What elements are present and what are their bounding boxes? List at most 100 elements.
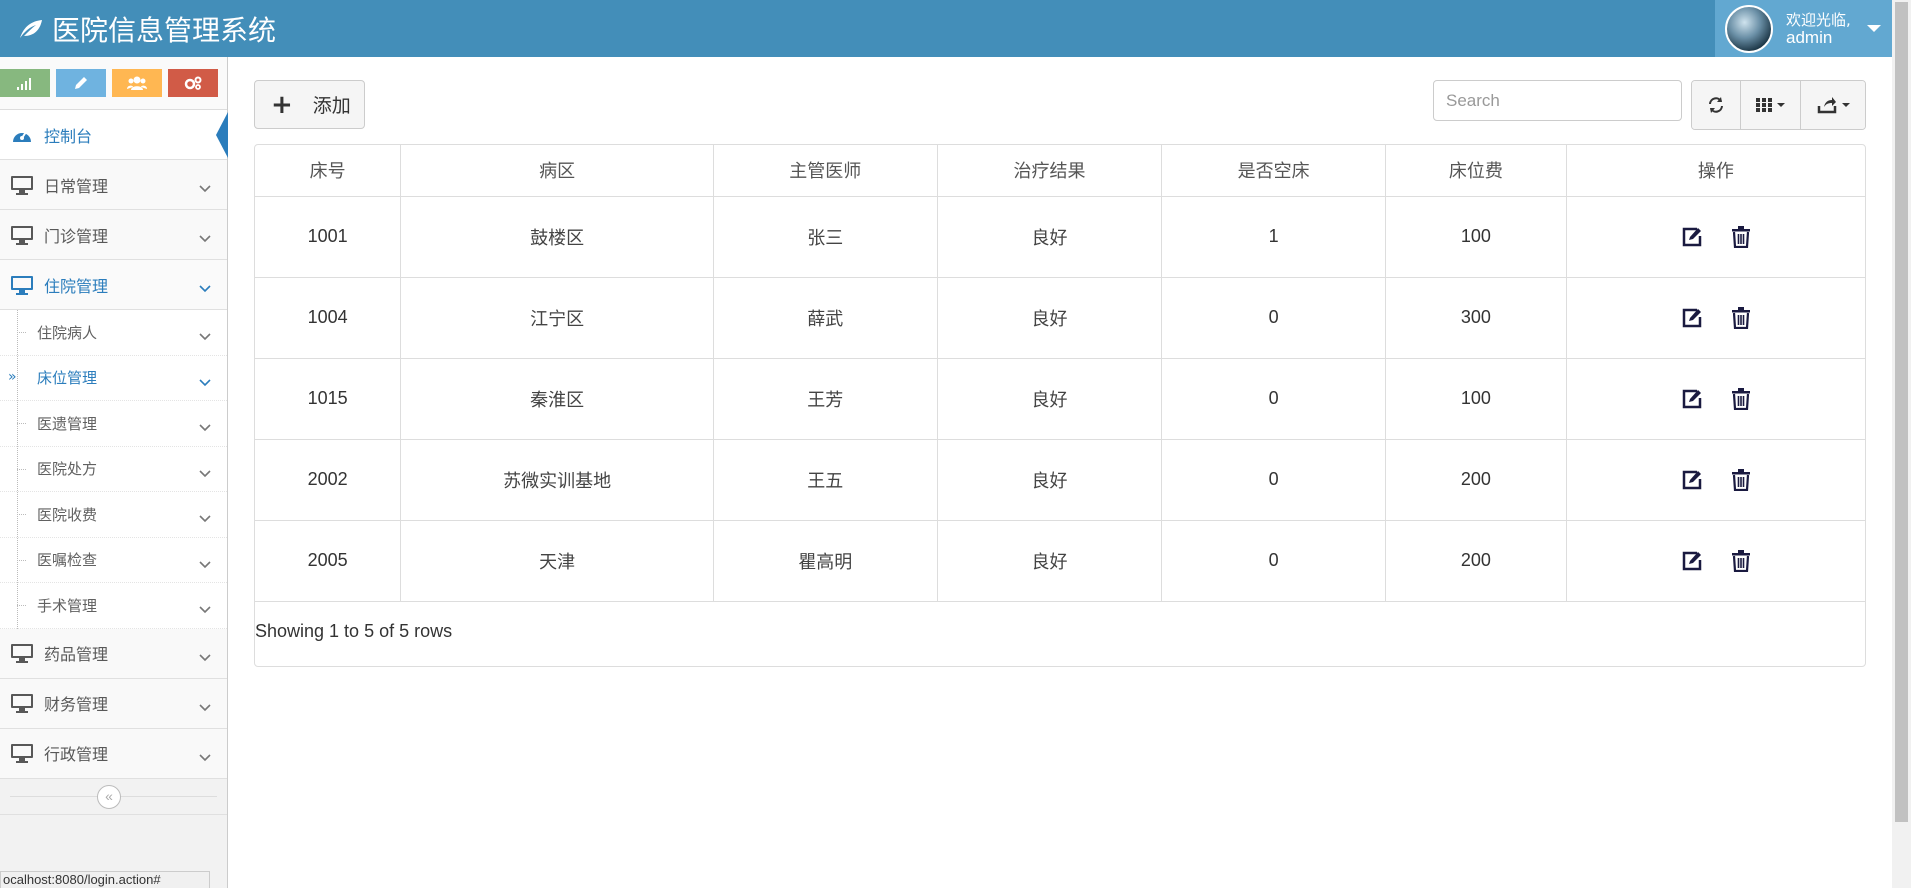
empty-bed-cell: 0 xyxy=(1161,358,1387,440)
bed-fee-cell: 200 xyxy=(1385,439,1567,521)
welcome-text: 欢迎光临, xyxy=(1786,10,1851,29)
trash-icon[interactable] xyxy=(1731,306,1751,329)
sidebar-subitem-beds[interactable]: » 床位管理 xyxy=(0,356,227,401)
ward-cell: 鼓楼区 xyxy=(400,196,714,278)
empty-bed-cell: 0 xyxy=(1161,520,1387,602)
chevron-down-icon xyxy=(199,278,211,297)
column-header[interactable]: 操作 xyxy=(1566,145,1865,197)
ward-cell: 天津 xyxy=(400,520,714,602)
avatar xyxy=(1725,4,1773,53)
column-header[interactable]: 病区 xyxy=(400,145,714,197)
active-pointer xyxy=(216,112,228,158)
column-header[interactable]: 床位费 xyxy=(1385,145,1567,197)
export-button[interactable] xyxy=(1801,81,1865,129)
shortcut-stats-button[interactable] xyxy=(0,69,50,97)
ward-cell: 苏微实训基地 xyxy=(400,439,714,521)
bed-number-cell: 1001 xyxy=(255,196,402,278)
sidebar-subitem-orders[interactable]: 医嘱检查 xyxy=(0,538,227,583)
bed-number-cell: 2005 xyxy=(255,520,402,602)
edit-icon[interactable] xyxy=(1681,307,1703,329)
table-row: 2005 天津 瞿高明 良好 0 200 xyxy=(255,520,1865,602)
add-button[interactable]: + 添加 xyxy=(254,80,365,129)
grid-icon xyxy=(1756,98,1772,112)
table-row: 1015 秦淮区 王芳 良好 0 100 xyxy=(255,358,1865,440)
sidebar-subitem-inpatients[interactable]: 住院病人 xyxy=(0,310,227,356)
shortcut-settings-button[interactable] xyxy=(168,69,218,97)
sidebar-item-label: 医遗管理 xyxy=(37,414,98,433)
ward-cell: 江宁区 xyxy=(400,277,714,359)
shortcut-edit-button[interactable] xyxy=(56,69,106,97)
sidebar-item-label: 住院病人 xyxy=(37,323,98,342)
pagination-info: Showing 1 to 5 of 5 rows xyxy=(255,621,453,641)
columns-toggle-button[interactable] xyxy=(1741,81,1801,129)
result-cell: 良好 xyxy=(937,520,1163,602)
sidebar-item-drugs[interactable]: 药品管理 xyxy=(0,628,227,679)
doctor-cell: 王五 xyxy=(713,439,938,521)
pencil-icon xyxy=(75,77,87,89)
double-angle-left-icon[interactable]: « xyxy=(97,784,121,809)
export-icon xyxy=(1817,97,1836,114)
sidebar-item-label: 医院处方 xyxy=(37,460,98,479)
chevron-down-icon xyxy=(199,178,211,197)
sidebar-item-finance[interactable]: 财务管理 xyxy=(0,678,227,729)
user-menu[interactable]: 欢迎光临, admin xyxy=(1715,0,1892,57)
sidebar-item-daily[interactable]: 日常管理 xyxy=(0,160,227,210)
main-content: + 添加 床号 病区 主管医师 治疗结果 xyxy=(229,57,1892,888)
sidebar-subitem-charges[interactable]: 医院收费 xyxy=(0,492,227,538)
chevron-down-icon xyxy=(199,509,211,527)
trash-icon[interactable] xyxy=(1731,468,1751,491)
caret-down-icon xyxy=(1841,103,1850,107)
shortcut-users-button[interactable] xyxy=(112,69,162,97)
chevron-down-icon xyxy=(199,600,211,618)
ward-cell: 秦淮区 xyxy=(400,358,714,440)
desktop-icon xyxy=(0,743,44,763)
status-url: ocalhost:8080/login.action# xyxy=(0,871,210,888)
column-header[interactable]: 床号 xyxy=(255,145,402,197)
chevron-down-icon xyxy=(199,327,211,345)
scrollbar-thumb[interactable] xyxy=(1895,2,1908,822)
chevron-down-icon xyxy=(199,747,211,766)
result-cell: 良好 xyxy=(937,277,1163,359)
result-cell: 良好 xyxy=(937,196,1163,278)
sidebar-item-admin[interactable]: 行政管理 xyxy=(0,728,227,779)
sidebar-item-label: 床位管理 xyxy=(37,369,98,388)
search-input[interactable] xyxy=(1433,80,1682,121)
column-header[interactable]: 主管医师 xyxy=(713,145,938,197)
result-cell: 良好 xyxy=(937,439,1163,521)
trash-icon[interactable] xyxy=(1731,225,1751,248)
page-scrollbar[interactable] xyxy=(1892,0,1911,888)
column-header[interactable]: 治疗结果 xyxy=(937,145,1163,197)
sidebar-item-label: 住院管理 xyxy=(44,276,109,296)
desktop-icon xyxy=(0,225,44,245)
caret-down-icon xyxy=(1866,25,1881,32)
sidebar-item-label: 控制台 xyxy=(44,126,93,146)
sidebar-item-label: 行政管理 xyxy=(44,745,109,764)
bed-fee-cell: 300 xyxy=(1385,277,1567,359)
chevron-down-icon xyxy=(199,697,211,716)
add-button-label: 添加 xyxy=(312,95,351,117)
app-brand[interactable]: 医院信息管理系统 xyxy=(18,0,276,57)
refresh-button[interactable] xyxy=(1692,81,1741,129)
sidebar-item-label: 医院收费 xyxy=(37,505,98,524)
trash-icon[interactable] xyxy=(1731,387,1751,410)
bed-fee-cell: 100 xyxy=(1385,358,1567,440)
edit-icon[interactable] xyxy=(1681,469,1703,491)
edit-icon[interactable] xyxy=(1681,388,1703,410)
edit-icon[interactable] xyxy=(1681,226,1703,248)
trash-icon[interactable] xyxy=(1731,549,1751,572)
doctor-cell: 张三 xyxy=(713,196,938,278)
sidebar-subitem-surgery[interactable]: 手术管理 xyxy=(0,583,227,629)
sidebar-item-outpatient[interactable]: 门诊管理 xyxy=(0,210,227,260)
column-header[interactable]: 是否空床 xyxy=(1161,145,1387,197)
top-navbar: 医院信息管理系统 欢迎光临, admin xyxy=(0,0,1892,57)
sidebar-subitem-prescriptions[interactable]: 医院处方 xyxy=(0,447,227,492)
doctor-cell: 瞿高明 xyxy=(713,520,938,602)
sidebar-item-inpatient[interactable]: 住院管理 xyxy=(0,260,227,310)
bed-fee-cell: 100 xyxy=(1385,196,1567,278)
sidebar-item-dashboard[interactable]: 控制台 xyxy=(0,110,228,160)
table-toolbar xyxy=(1691,80,1866,130)
chevron-down-icon xyxy=(199,464,211,482)
edit-icon[interactable] xyxy=(1681,550,1703,572)
sidebar-subitem-medical[interactable]: 医遗管理 xyxy=(0,401,227,447)
sidebar: 控制台 日常管理 门诊管理 住院管理 住院病人 » 床位管理 医遗管理 医院处方… xyxy=(0,57,228,888)
